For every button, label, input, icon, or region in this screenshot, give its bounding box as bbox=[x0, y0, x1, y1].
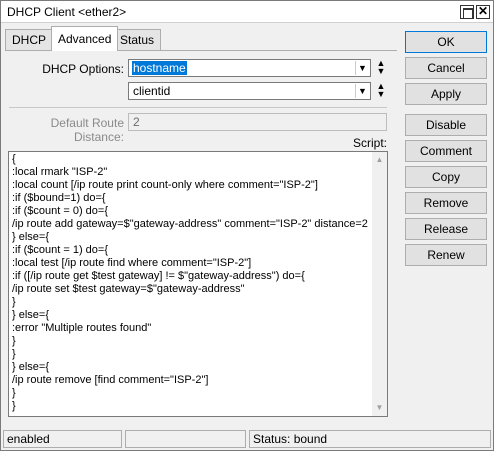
tab-dhcp[interactable]: DHCP bbox=[5, 29, 54, 51]
dhcp-options-label: DHCP Options: bbox=[42, 62, 124, 76]
remove-button[interactable]: Remove bbox=[405, 192, 487, 214]
vertical-scrollbar[interactable]: ▲ ▼ bbox=[372, 152, 387, 416]
divider bbox=[9, 107, 387, 108]
script-text[interactable]: { :local rmark "ISP-2" :local count [/ip… bbox=[12, 153, 372, 413]
script-editor[interactable]: { :local rmark "ISP-2" :local count [/ip… bbox=[8, 151, 388, 417]
dhcp-option-select-2[interactable]: clientid ▼ bbox=[128, 82, 371, 100]
tab-advanced[interactable]: Advanced bbox=[51, 26, 119, 51]
tab-status[interactable]: Status bbox=[113, 29, 162, 51]
chevron-down-icon[interactable]: ▼ bbox=[355, 61, 369, 75]
comment-button[interactable]: Comment bbox=[405, 140, 487, 162]
title-bar: DHCP Client <ether2> ✕ bbox=[1, 1, 493, 23]
reorder-updown-icon[interactable]: ▲ ▼ bbox=[375, 59, 387, 77]
apply-button[interactable]: Apply bbox=[405, 83, 487, 105]
scroll-up-icon[interactable]: ▲ bbox=[372, 154, 387, 166]
renew-button[interactable]: Renew bbox=[405, 244, 487, 266]
reorder-updown-icon[interactable]: ▲ ▼ bbox=[375, 82, 387, 100]
copy-button[interactable]: Copy bbox=[405, 166, 487, 188]
default-route-distance-value: 2 bbox=[133, 115, 140, 129]
restore-icon[interactable] bbox=[460, 5, 474, 19]
cancel-button[interactable]: Cancel bbox=[405, 57, 487, 79]
close-icon[interactable]: ✕ bbox=[476, 5, 490, 19]
dhcp-option-select-1[interactable]: hostname ▼ bbox=[128, 59, 371, 77]
status-bound: Status: bound bbox=[249, 430, 491, 448]
window-title: DHCP Client <ether2> bbox=[7, 5, 127, 19]
dhcp-option-value-1: hostname bbox=[132, 61, 187, 75]
status-enabled: enabled bbox=[3, 430, 122, 448]
release-button[interactable]: Release bbox=[405, 218, 487, 240]
disable-button[interactable]: Disable bbox=[405, 114, 487, 136]
default-route-distance-field: 2 bbox=[128, 113, 387, 131]
scroll-down-icon[interactable]: ▼ bbox=[372, 402, 387, 414]
script-label: Script: bbox=[352, 136, 387, 150]
dhcp-client-window: DHCP Client <ether2> ✕ DHCP Advanced Sta… bbox=[0, 0, 494, 451]
ok-button[interactable]: OK bbox=[405, 31, 487, 53]
chevron-down-icon[interactable]: ▼ bbox=[355, 84, 369, 98]
dhcp-option-value-2: clientid bbox=[133, 84, 171, 98]
default-route-distance-label: Default Route Distance: bbox=[50, 116, 124, 144]
status-empty bbox=[125, 430, 246, 448]
status-bar: enabled Status: bound bbox=[1, 428, 493, 450]
